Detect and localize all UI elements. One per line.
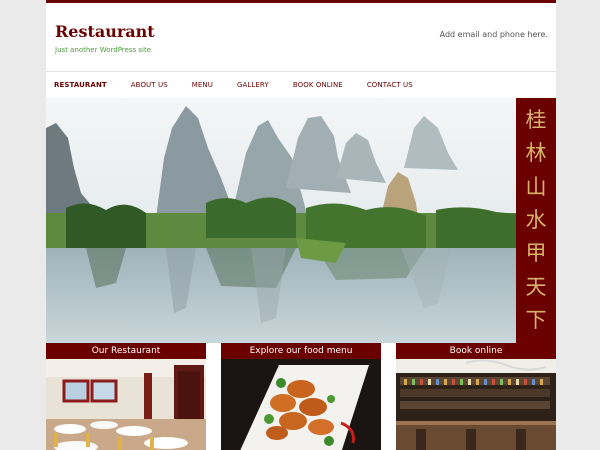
main-navigation: RESTAURANT ABOUT US MENU GALLERY BOOK ON… bbox=[46, 72, 556, 98]
nav-item-gallery[interactable]: GALLERY bbox=[237, 81, 269, 89]
banner-char: 林 bbox=[525, 141, 547, 166]
page: Restaurant Just another WordPress site A… bbox=[46, 0, 556, 450]
nav-item-book-online[interactable]: BOOK ONLINE bbox=[293, 81, 343, 89]
banner-char: 山 bbox=[525, 174, 547, 199]
contact-info: Add email and phone here. bbox=[439, 30, 548, 39]
site-header: Restaurant Just another WordPress site A… bbox=[46, 6, 556, 72]
promo-title[interactable]: Book online bbox=[396, 343, 556, 359]
promo-our-restaurant[interactable]: Our Restaurant bbox=[46, 343, 206, 450]
banner-char: 天 bbox=[525, 274, 547, 299]
promo-book-online[interactable]: Book online bbox=[396, 343, 556, 450]
restaurant-interior-image[interactable] bbox=[46, 359, 206, 450]
promo-title[interactable]: Explore our food menu bbox=[221, 343, 381, 359]
food-dish-illustration bbox=[221, 359, 381, 450]
banner-char: 下 bbox=[525, 307, 547, 332]
restaurant-interior-illustration bbox=[46, 359, 206, 450]
hero-image bbox=[46, 98, 516, 343]
site-title[interactable]: Restaurant bbox=[55, 22, 155, 41]
nav-item-about-us[interactable]: ABOUT US bbox=[131, 81, 168, 89]
karst-landscape-illustration bbox=[46, 98, 516, 343]
banner-char: 水 bbox=[525, 207, 547, 232]
food-dish-image[interactable] bbox=[221, 359, 381, 450]
nav-item-restaurant[interactable]: RESTAURANT bbox=[54, 81, 107, 89]
banner-char: 桂 bbox=[525, 108, 547, 133]
chinese-calligraphy-banner: 桂 林 山 水 甲 天 下 bbox=[516, 98, 556, 343]
nav-item-contact-us[interactable]: CONTACT US bbox=[367, 81, 413, 89]
promo-title[interactable]: Our Restaurant bbox=[46, 343, 206, 359]
banner-char: 甲 bbox=[525, 241, 547, 266]
promo-food-menu[interactable]: Explore our food menu bbox=[221, 343, 381, 450]
site-tagline: Just another WordPress site bbox=[55, 46, 152, 54]
bar-image[interactable] bbox=[396, 359, 556, 450]
bar-illustration bbox=[396, 359, 556, 450]
nav-item-menu[interactable]: MENU bbox=[192, 81, 213, 89]
